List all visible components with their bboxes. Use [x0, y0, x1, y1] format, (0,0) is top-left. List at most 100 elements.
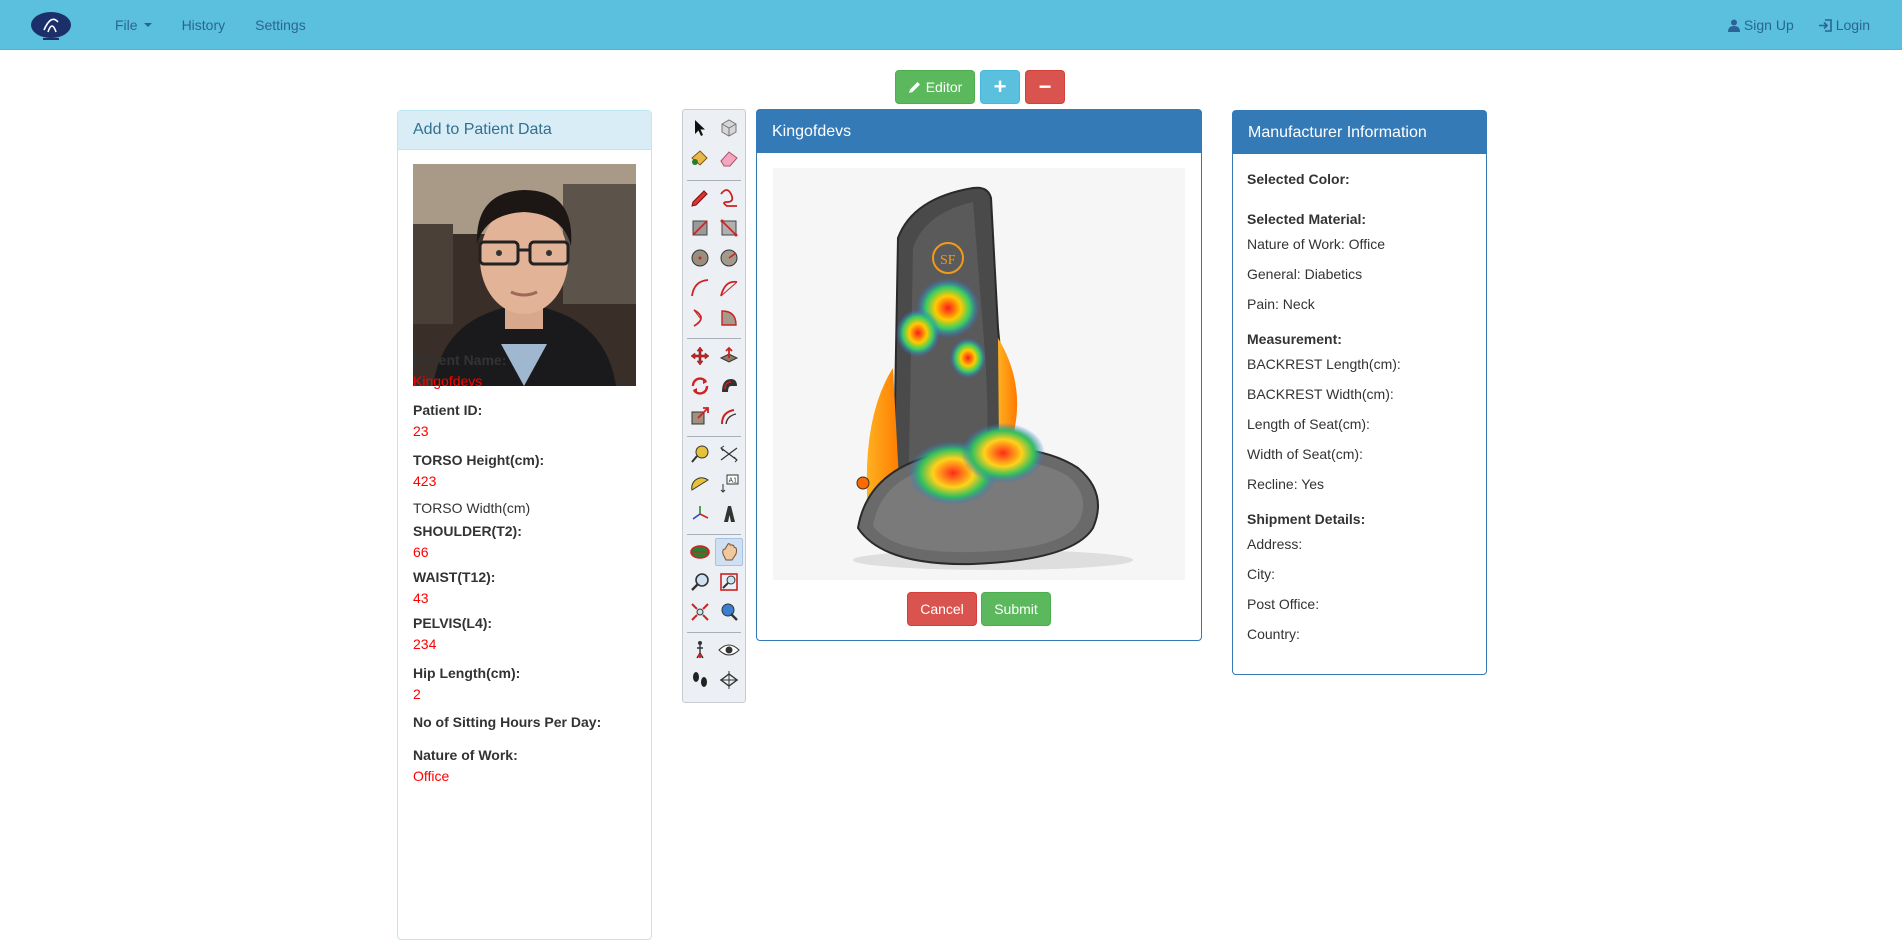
push-pull-tool[interactable] [717, 344, 741, 368]
nature-of-work-value: Office [413, 768, 450, 784]
minus-icon: − [1038, 74, 1052, 99]
zoom-window-icon [720, 573, 738, 591]
look-around-tool[interactable] [717, 638, 741, 662]
protractor-tool[interactable] [688, 472, 712, 496]
seat-design-canvas[interactable]: SF [773, 168, 1185, 580]
sitting-hours-label: No of Sitting Hours Per Day: [413, 714, 602, 730]
orbit-tool[interactable] [688, 540, 712, 564]
nature-of-work-info: Nature of Work: Office [1247, 236, 1385, 252]
signup-link[interactable]: Sign Up [1716, 0, 1806, 50]
toolbar-divider [687, 436, 741, 437]
arc-tool[interactable] [688, 276, 712, 300]
line-tool[interactable] [688, 186, 712, 210]
three-point-arc-icon [693, 309, 702, 327]
patient-panel-title: Add to Patient Data [398, 111, 651, 150]
drawing-toolbar: A1 [682, 109, 746, 703]
nav-settings[interactable]: Settings [240, 0, 321, 50]
zoom-window-tool[interactable] [717, 570, 741, 594]
seat-length-info: Length of Seat(cm): [1247, 416, 1370, 432]
pie-tool[interactable] [717, 306, 741, 330]
previous-view-tool[interactable] [717, 600, 741, 624]
editor-button-label: Editor [925, 79, 963, 95]
torso-height-label: TORSO Height(cm): [413, 452, 545, 468]
paint-bucket-tool[interactable] [688, 146, 712, 170]
text-icon: A1 [720, 474, 739, 493]
scale-tool[interactable] [688, 404, 712, 428]
navbar: File History Settings Sign Up Login [0, 0, 1902, 50]
pain-info: Pain: Neck [1247, 296, 1315, 312]
paint-bucket-icon [691, 150, 708, 166]
offset-tool[interactable] [717, 404, 741, 428]
add-button[interactable]: + [980, 70, 1020, 104]
design-panel: Kingofdevs SF Cancel Submit [756, 109, 1202, 641]
toolbar-divider [687, 534, 741, 535]
login-link[interactable]: Login [1806, 0, 1882, 50]
walk-tool[interactable] [688, 668, 712, 692]
measurement-label: Measurement: [1247, 331, 1342, 347]
general-info: General: Diabetics [1247, 266, 1363, 282]
editor-button[interactable]: Editor [895, 70, 975, 104]
component-tool[interactable] [717, 116, 741, 140]
waist-value: 43 [413, 590, 429, 606]
shoulder-value: 66 [413, 544, 429, 560]
design-panel-title: Kingofdevs [757, 110, 1201, 153]
two-point-arc-tool[interactable] [717, 276, 741, 300]
select-tool[interactable] [688, 116, 712, 140]
position-camera-tool[interactable] [688, 638, 712, 662]
rectangle-tool[interactable] [688, 216, 712, 240]
patient-panel: Add to Patient Data Patient Name: Kingof… [397, 110, 652, 940]
signup-label: Sign Up [1743, 17, 1794, 33]
freehand-icon [720, 189, 737, 207]
country-info: Country: [1247, 626, 1300, 642]
rotate-tool[interactable] [688, 374, 712, 398]
submit-button[interactable]: Submit [981, 592, 1051, 626]
user-icon [1727, 19, 1740, 32]
freehand-tool[interactable] [717, 186, 741, 210]
move-tool[interactable] [688, 344, 712, 368]
section-plane-tool[interactable] [717, 668, 741, 692]
text-tool[interactable]: A1 [717, 472, 741, 496]
pelvis-value: 234 [413, 636, 437, 652]
circle-tool[interactable] [688, 246, 712, 270]
pencil-icon [908, 81, 920, 93]
caret-down-icon [143, 23, 152, 27]
editor-toolbar-buttons: Editor + − [895, 70, 1065, 104]
hip-length-value: 2 [413, 686, 421, 702]
patient-id-value: 23 [413, 423, 429, 439]
tape-measure-tool[interactable] [688, 442, 712, 466]
pan-tool[interactable] [715, 538, 743, 566]
hand-icon [722, 543, 737, 561]
brand-logo[interactable] [30, 10, 72, 42]
circle-icon [691, 249, 709, 267]
file-menu[interactable]: File [100, 0, 167, 50]
follow-me-tool[interactable] [717, 374, 741, 398]
manufacturer-panel-title: Manufacturer Information [1233, 111, 1486, 154]
shoulder-label: SHOULDER(T2): [413, 523, 522, 539]
post-office-info: Post Office: [1247, 596, 1320, 612]
scale-icon [691, 407, 709, 425]
cancel-button[interactable]: Cancel [907, 592, 977, 626]
zoom-tool[interactable] [688, 570, 712, 594]
push-pull-icon [719, 346, 739, 363]
protractor-icon [691, 477, 709, 491]
arrow-pointer-icon [695, 120, 705, 136]
nav-history-label: History [181, 17, 226, 33]
address-info: Address: [1247, 536, 1303, 552]
three-point-arc-tool[interactable] [688, 306, 712, 330]
zoom-extents-tool[interactable] [688, 600, 712, 624]
eraser-tool[interactable] [717, 146, 741, 170]
offset-icon [721, 409, 737, 425]
axes-tool[interactable] [688, 502, 712, 526]
3d-text-tool[interactable] [717, 502, 741, 526]
backrest-width-info: BACKREST Width(cm): [1247, 386, 1394, 402]
eye-icon [718, 644, 740, 656]
polygon-tool[interactable] [717, 246, 741, 270]
dimension-tool[interactable] [717, 442, 741, 466]
chair-logo: SF [940, 253, 956, 268]
login-icon [1818, 18, 1832, 32]
pelvis-label: PELVIS(L4): [413, 615, 493, 631]
remove-button[interactable]: − [1025, 70, 1065, 104]
nav-history[interactable]: History [167, 0, 241, 50]
rotated-rectangle-tool[interactable] [717, 216, 741, 240]
cancel-button-label: Cancel [920, 601, 964, 617]
